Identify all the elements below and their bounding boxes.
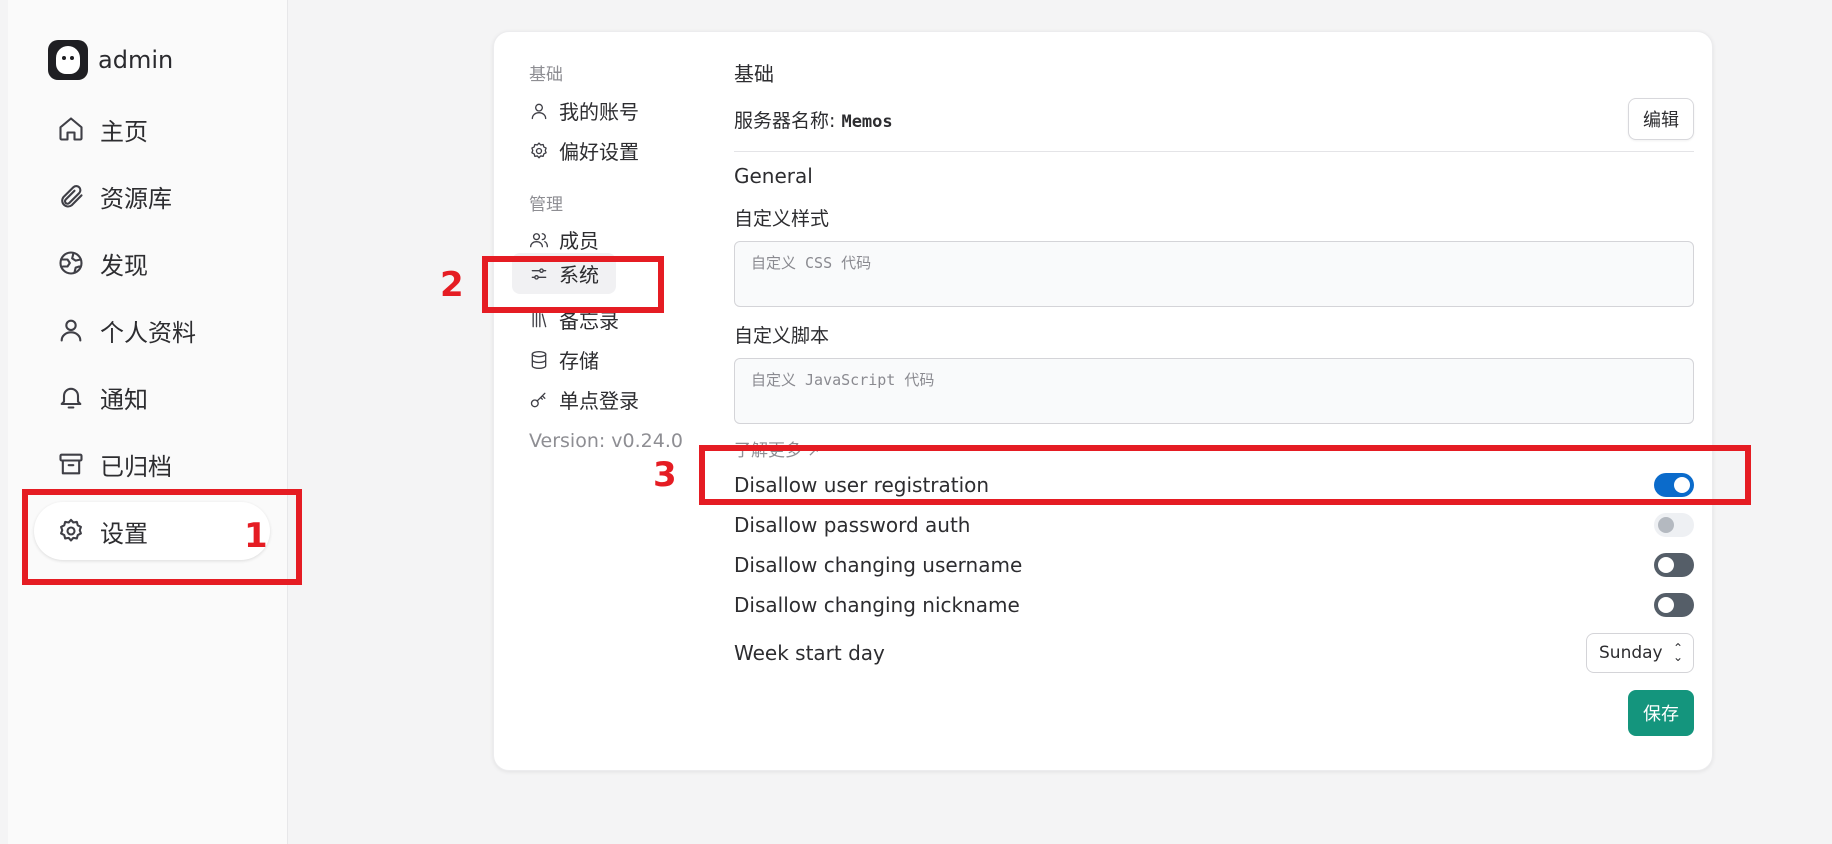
week-start-select[interactable]: Sunday ⌃ ⌄ <box>1586 633 1694 673</box>
settings-card: 基础 我的账号 偏好设置 管理 成员 系统 备忘录 存储 单点登录 Versio… <box>493 31 1713 771</box>
toggle-row-disallow-changing-nickname: Disallow changing nickname <box>734 588 1694 622</box>
settings-nav-label: 我的账号 <box>559 100 639 124</box>
annotation-number-3: 3 <box>653 455 677 495</box>
group-label-basic: 基础 <box>529 65 563 85</box>
annotation-number-1: 1 <box>244 516 268 556</box>
sidebar-item-label: 发现 <box>100 251 148 280</box>
disallow-changing-username-toggle[interactable] <box>1654 553 1694 577</box>
sidebar-item-notifications[interactable]: 通知 <box>34 368 270 426</box>
toggle-row-disallow-changing-username: Disallow changing username <box>734 548 1694 582</box>
custom-css-input[interactable] <box>734 241 1694 307</box>
settings-nav-label: 成员 <box>559 229 599 253</box>
user-brand[interactable]: admin <box>48 40 173 80</box>
settings-nav-sso[interactable]: 单点登录 <box>529 385 639 414</box>
settings-nav-members[interactable]: 成员 <box>529 225 599 254</box>
server-name-row: 服务器名称: Memos <box>734 106 893 133</box>
annotation-box-2 <box>482 256 664 313</box>
settings-nav-label: 存储 <box>559 349 599 373</box>
paperclip-icon <box>56 181 86 211</box>
disallow-password-auth-toggle[interactable] <box>1654 513 1694 537</box>
custom-js-input[interactable] <box>734 358 1694 424</box>
sidebar-item-profile[interactable]: 个人资料 <box>34 301 270 359</box>
week-start-row: Week start day Sunday ⌃ ⌄ <box>734 632 1694 674</box>
users-icon <box>529 229 551 251</box>
week-start-value: Sunday <box>1599 643 1663 663</box>
toggle-label: Disallow changing nickname <box>734 593 1020 617</box>
sidebar-item-resources[interactable]: 资源库 <box>34 167 270 225</box>
week-start-label: Week start day <box>734 641 885 665</box>
custom-style-label: 自定义样式 <box>734 208 830 230</box>
server-name-value: Memos <box>841 112 893 132</box>
divider <box>734 151 1694 152</box>
sidebar-item-archived[interactable]: 已归档 <box>34 435 270 493</box>
annotation-number-2: 2 <box>440 265 464 305</box>
server-name-label: 服务器名称: <box>734 110 836 132</box>
disallow-changing-nickname-toggle[interactable] <box>1654 593 1694 617</box>
sidebar-item-label: 通知 <box>100 385 148 414</box>
annotation-box-3 <box>699 445 1751 505</box>
settings-nav-label: 单点登录 <box>559 389 639 413</box>
settings-nav-preferences[interactable]: 偏好设置 <box>529 136 639 165</box>
bell-icon <box>56 382 86 412</box>
sidebar: admin 主页 资源库 发现 个人资料 通知 已归档 设置 <box>8 0 288 844</box>
sidebar-item-label: 资源库 <box>100 184 172 213</box>
avatar <box>48 40 88 80</box>
user-name: admin <box>98 46 174 74</box>
group-label-admin: 管理 <box>529 195 563 215</box>
chevron-up-down-icon: ⌃ ⌄ <box>1672 641 1683 664</box>
user-icon <box>529 100 551 122</box>
database-icon <box>529 349 551 371</box>
save-button[interactable]: 保存 <box>1628 690 1694 736</box>
key-icon <box>529 389 551 411</box>
custom-script-label: 自定义脚本 <box>734 325 830 347</box>
archive-icon <box>56 449 86 479</box>
sidebar-item-home[interactable]: 主页 <box>34 100 270 158</box>
basic-section-title: 基础 <box>734 62 774 86</box>
home-icon <box>56 114 86 144</box>
settings-nav-my-account[interactable]: 我的账号 <box>529 96 639 125</box>
toggle-label: Disallow password auth <box>734 513 971 537</box>
gear-icon <box>529 140 551 162</box>
sidebar-item-explore[interactable]: 发现 <box>34 234 270 292</box>
sidebar-item-label: 主页 <box>100 117 148 146</box>
globe-icon <box>56 248 86 278</box>
edit-button[interactable]: 编辑 <box>1628 98 1694 140</box>
sidebar-item-label: 个人资料 <box>100 318 196 347</box>
version-text: Version: v0.24.0 <box>529 430 683 452</box>
settings-nav-label: 偏好设置 <box>559 140 639 164</box>
toggle-label: Disallow changing username <box>734 553 1023 577</box>
sidebar-item-label: 已归档 <box>100 452 172 481</box>
user-icon <box>56 315 86 345</box>
toggle-row-disallow-password-auth: Disallow password auth <box>734 508 1694 542</box>
general-section-title: General <box>734 164 813 188</box>
settings-nav-storage[interactable]: 存储 <box>529 345 599 374</box>
